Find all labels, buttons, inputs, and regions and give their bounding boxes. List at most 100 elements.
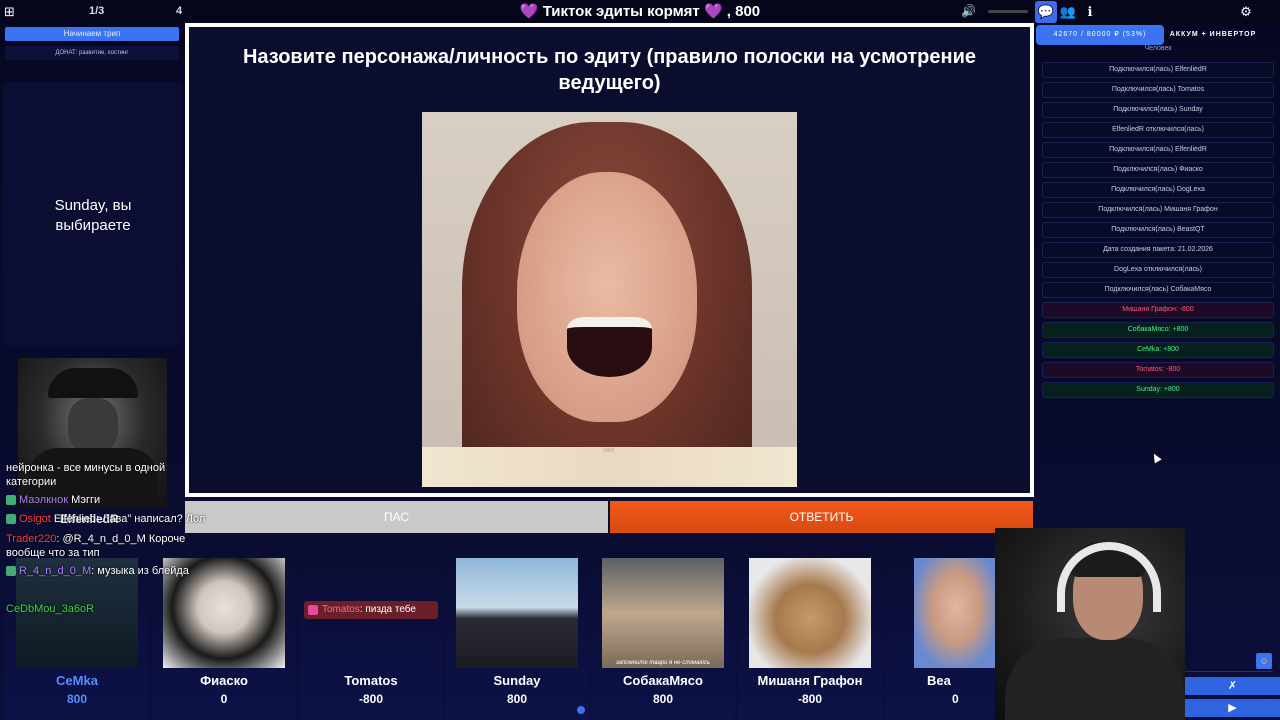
round-counter: 1/3 bbox=[89, 5, 105, 17]
player-avatar bbox=[914, 558, 998, 668]
chat-icon[interactable]: 💬 bbox=[1035, 1, 1057, 23]
log-entry: Подключился(лась) Tomatos bbox=[1042, 82, 1274, 98]
player-chat-bubble: Tomatos: пизда тебе bbox=[304, 601, 438, 619]
host-status-panel: Sunday, вы выбираете bbox=[3, 82, 183, 346]
play-icon[interactable]: ▶ bbox=[1185, 699, 1280, 717]
chat-message: Osigot Elfenlied: Лава" написал? Лол bbox=[6, 513, 205, 525]
volume-icon[interactable]: 🔊 bbox=[961, 4, 976, 18]
player-name: Мишаня Графон bbox=[757, 673, 863, 688]
chat-user: Osigot bbox=[19, 513, 51, 525]
log-entry: Подключился(лась) Мишаня Графон bbox=[1042, 202, 1274, 218]
chat-message: CeDbMou_3a6oR bbox=[6, 603, 94, 615]
player-name: СобакаМясо bbox=[623, 673, 703, 688]
player-name: Bea bbox=[927, 673, 951, 688]
player-card[interactable]: Tomatos: пизда тебе Tomatos -800 bbox=[299, 538, 443, 720]
log-entry: CeMka: +800 bbox=[1042, 342, 1274, 358]
question-panel: Назовите персонажа/личность по эдиту (пр… bbox=[185, 23, 1034, 497]
chat-message: R_4_n_d_0_M: музыка из блейда bbox=[6, 565, 189, 577]
log-entry: Подключился(лась) DogLexa bbox=[1042, 182, 1274, 198]
chat-text: нейронка - все минусы в одной категории bbox=[6, 462, 166, 488]
chat-user-icon bbox=[6, 514, 16, 525]
player-name: CeMka bbox=[56, 673, 98, 688]
chat-message: Trader220: @R_4_n_d_0_M Короче вообще чт… bbox=[6, 533, 186, 559]
log-entry: DogLexa отключился(лась) bbox=[1042, 262, 1274, 278]
log-entry: Sunday: +800 bbox=[1042, 382, 1274, 398]
mouse-cursor bbox=[1150, 451, 1162, 464]
player-name: Sunday bbox=[493, 673, 541, 688]
avatar-caption: запомните твари я не сломаюсь bbox=[615, 660, 711, 666]
log-entry: Подключился(лась) СобакаМясо bbox=[1042, 282, 1274, 298]
player-name: Фиаско bbox=[200, 673, 248, 688]
log-entry: Tomatos: -800 bbox=[1042, 362, 1274, 378]
log-entry: СобакаМясо: +800 bbox=[1042, 322, 1274, 338]
top-bar: ⊞ 1/3 4 💜 Тикток эдиты кормят 💜 , 800 🔊 … bbox=[0, 0, 1280, 24]
volume-slider[interactable] bbox=[988, 10, 1028, 13]
log-header: Человек bbox=[1144, 45, 1172, 52]
image-face bbox=[517, 172, 697, 422]
player-score: -800 bbox=[358, 692, 384, 706]
player-score: -800 bbox=[797, 692, 823, 706]
player-card[interactable]: Bea 0 bbox=[884, 538, 998, 720]
log-entry: ElfenliedR отключился(лась) bbox=[1042, 122, 1274, 138]
round-number: 4 bbox=[176, 5, 183, 17]
choose-text: Sunday, вы выбираете bbox=[54, 197, 132, 234]
webcam-headphones bbox=[1057, 542, 1161, 612]
chat-user-icon bbox=[6, 566, 16, 577]
game-title: 💜 Тикток эдиты кормят 💜 , 800 bbox=[519, 3, 761, 20]
settings-icon[interactable]: ⚙ bbox=[1235, 1, 1257, 23]
player-card[interactable]: Мишаня Графон -800 bbox=[738, 538, 882, 720]
pass-button[interactable]: ПАС bbox=[185, 501, 608, 533]
log-entry: Подключился(лась) ElfenliedR bbox=[1042, 142, 1274, 158]
chat-message: нейронка - все минусы в одной категории bbox=[6, 461, 186, 489]
player-card[interactable]: запомните твари я не сломаюсь СобакаМясо… bbox=[591, 538, 735, 720]
question-image: s4m bbox=[422, 112, 797, 487]
player-score: 800 bbox=[652, 692, 674, 706]
player-card[interactable]: Sunday 800 bbox=[445, 538, 589, 720]
chat-user: Маэлкнок bbox=[19, 494, 69, 506]
player-score: 800 bbox=[66, 692, 88, 706]
log-entry: Подключился(лась) Фиаско bbox=[1042, 162, 1274, 178]
image-watermark: s4m bbox=[603, 448, 615, 454]
player-avatar bbox=[749, 558, 871, 668]
player-avatar bbox=[456, 558, 578, 668]
bubble-icon bbox=[308, 605, 318, 615]
question-text: Назовите персонажа/личность по эдиту (пр… bbox=[242, 46, 977, 94]
chat-text: музыка из блейда bbox=[97, 565, 189, 577]
info-icon[interactable]: ℹ bbox=[1079, 1, 1101, 23]
mode-banner: АККУМ + ИНВЕРТОР bbox=[1169, 31, 1257, 38]
player-score: 0 bbox=[952, 692, 959, 706]
player-avatar: запомните твари я не сломаюсь bbox=[602, 558, 724, 668]
avatar-hat bbox=[48, 368, 138, 398]
chat-user-icon bbox=[6, 495, 16, 506]
game-screen: ⊞ 1/3 4 💜 Тикток эдиты кормят 💜 , 800 🔊 … bbox=[0, 0, 1280, 720]
player-score: 800 bbox=[506, 692, 528, 706]
donation-goal-banner: 42670 / 80000 ₽ (53%) bbox=[1036, 25, 1164, 45]
logo-icon[interactable]: ⊞ bbox=[4, 4, 20, 20]
users-icon[interactable]: 👥 bbox=[1057, 1, 1079, 23]
chat-user: R_4_n_d_0_M bbox=[19, 565, 92, 577]
player-score: 0 bbox=[220, 692, 228, 706]
chat-user: Trader220 bbox=[6, 533, 57, 545]
chat-user: CeDbMou_3a6oR bbox=[6, 603, 95, 615]
bubble-user: Tomatos bbox=[322, 604, 360, 615]
avatar-face bbox=[68, 398, 118, 453]
kick-icon[interactable]: ✗ bbox=[1185, 677, 1280, 695]
webcam-shirt bbox=[1005, 638, 1185, 720]
answer-button[interactable]: ОТВЕТИТЬ bbox=[610, 501, 1033, 533]
log-entry: Мишаня Графон: -800 bbox=[1042, 302, 1274, 318]
log-entry: Подключился(лась) Sunday bbox=[1042, 102, 1274, 118]
chat-text: Elfenlied: Лава" написал? Лол bbox=[53, 513, 206, 525]
emoji-icon[interactable]: ☺ bbox=[1256, 653, 1272, 669]
player-name: Tomatos bbox=[344, 673, 398, 688]
log-entry: Подключился(лась) BeastQT bbox=[1042, 222, 1274, 238]
chat-message: Маэлкнок Мэгги bbox=[6, 494, 100, 506]
webcam-feed bbox=[995, 528, 1185, 720]
donate-button[interactable]: ДОНАТ: развитие, хостинг bbox=[5, 46, 179, 60]
start-button[interactable]: Начинаем трип bbox=[5, 27, 179, 41]
log-entry: Подключился(лась) ElfenliedR bbox=[1042, 62, 1274, 78]
log-entry: Дата создания пакета: 21.02.2026 bbox=[1042, 242, 1274, 258]
chat-text: Мэгги bbox=[71, 494, 101, 506]
active-turn-indicator bbox=[577, 706, 585, 714]
image-mouth bbox=[567, 317, 652, 377]
bubble-text: : пизда тебе bbox=[359, 604, 416, 615]
